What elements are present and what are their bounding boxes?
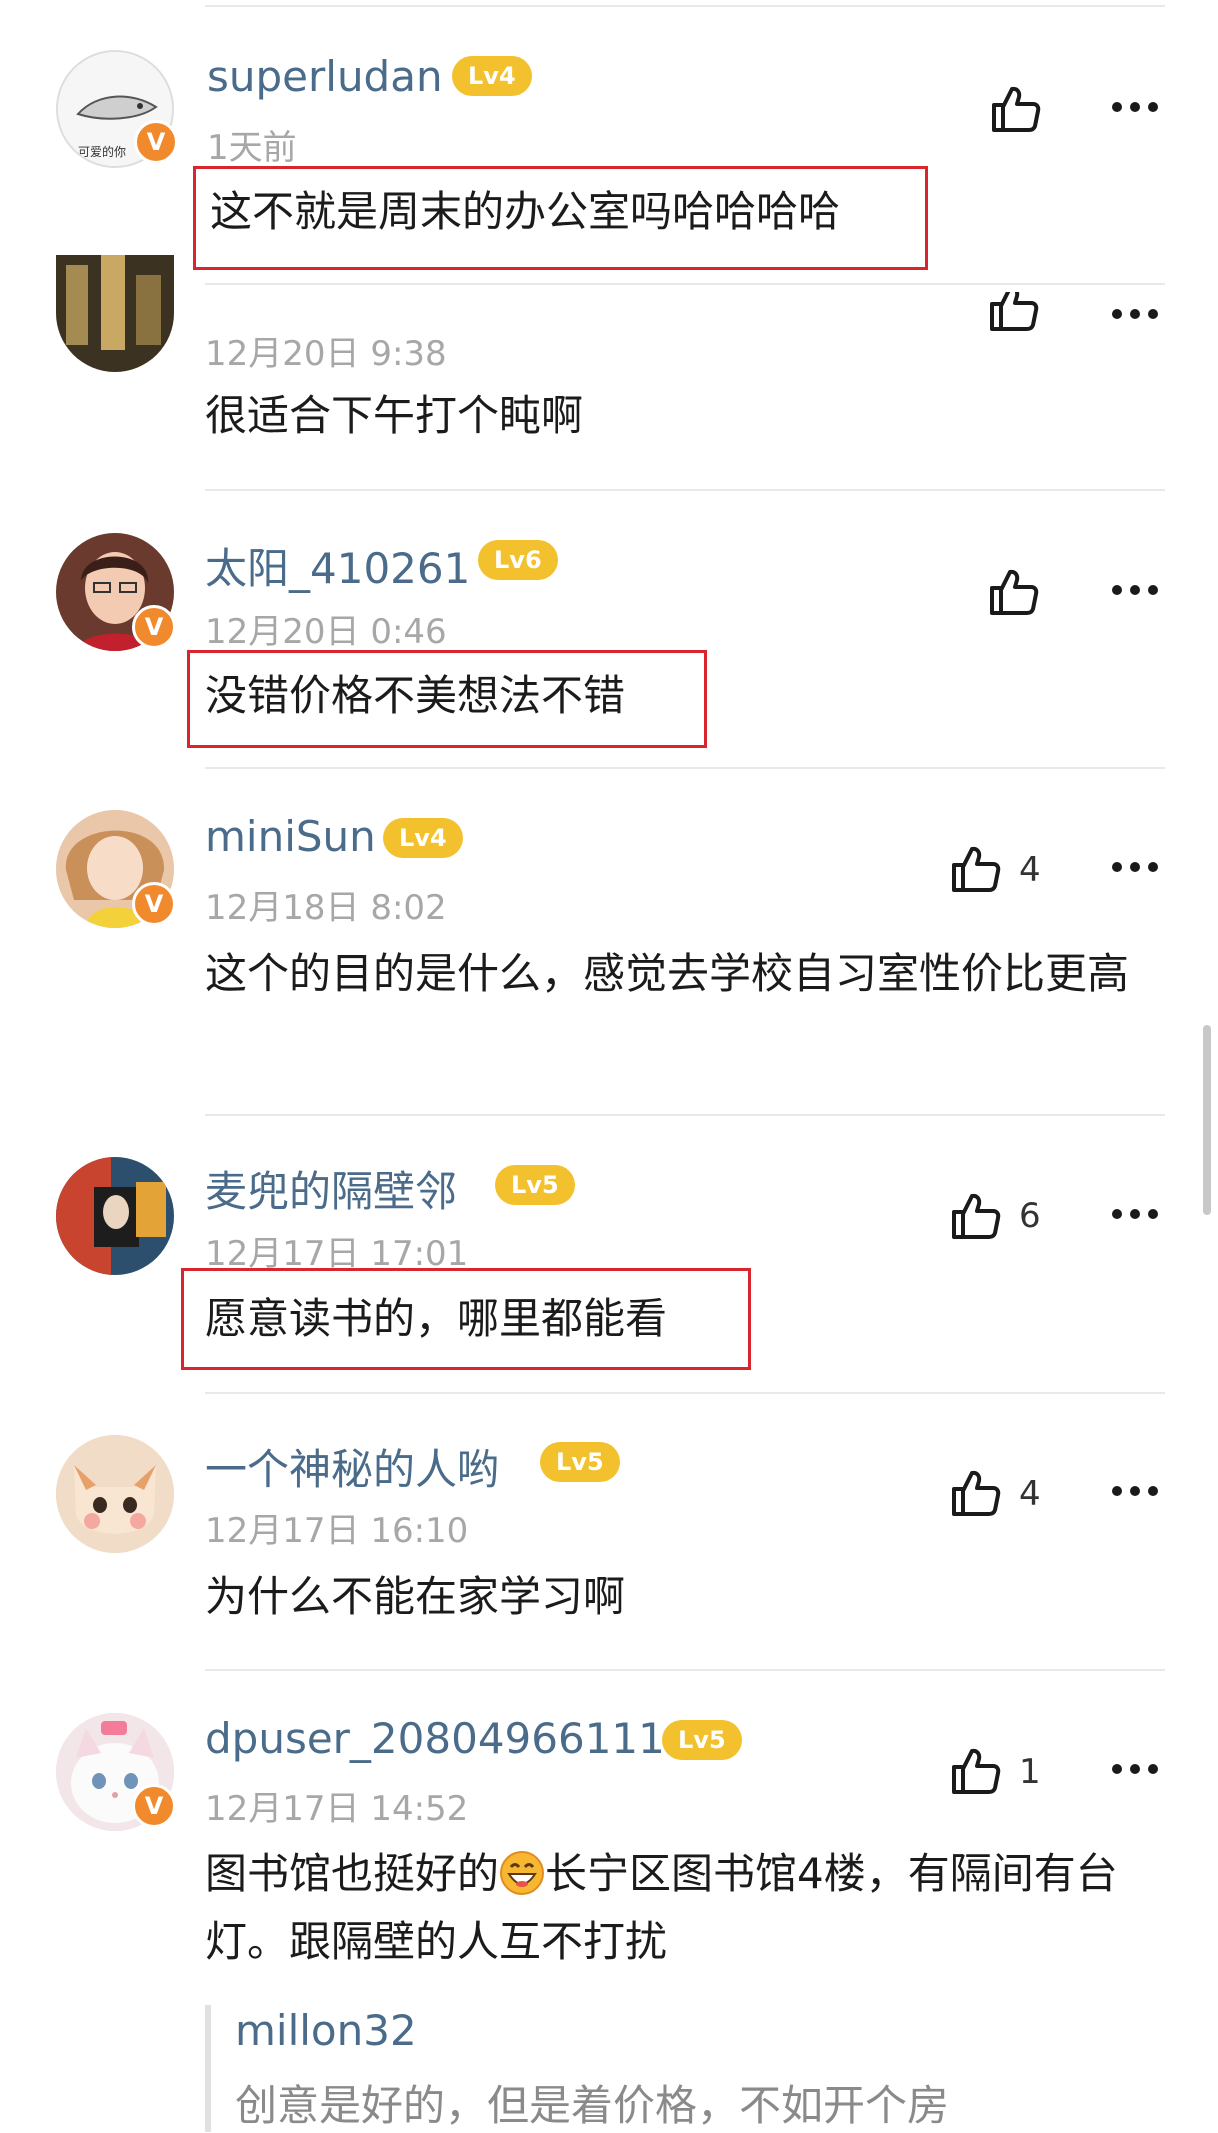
- avatar[interactable]: [56, 255, 174, 372]
- divider: [205, 489, 1165, 491]
- thumbs-up-icon[interactable]: [950, 1467, 1002, 1519]
- laughing-emoji-icon: [500, 1851, 545, 1895]
- more-options-icon[interactable]: [1110, 100, 1160, 114]
- level-badge: Lv4: [452, 56, 532, 96]
- reply-indicator: [205, 2005, 211, 2132]
- more-options-icon[interactable]: [1110, 1762, 1160, 1776]
- level-badge: Lv6: [478, 540, 558, 580]
- divider: [205, 767, 1165, 769]
- level-badge: Lv5: [495, 1165, 575, 1205]
- comment-text: 为什么不能在家学习啊: [205, 1572, 626, 1621]
- comment-time: 12月17日 16:10: [205, 1511, 469, 1551]
- thumbs-up-icon[interactable]: [990, 83, 1042, 135]
- thumbs-up-icon[interactable]: [950, 1745, 1002, 1797]
- divider: [205, 1392, 1165, 1394]
- scrollbar[interactable]: [1203, 1025, 1211, 1215]
- reply-text: 创意是好的，但是着价格，不如开个房: [235, 2081, 950, 2130]
- comment-text: 很适合下午打个盹啊: [205, 391, 584, 440]
- comment-time: 1天前: [207, 128, 297, 168]
- like-count: 1: [1019, 1752, 1041, 1792]
- comment-time: 12月20日 0:46: [205, 612, 447, 652]
- thumbs-up-icon[interactable]: [950, 1190, 1002, 1242]
- reply-username[interactable]: millon32: [235, 2006, 417, 2055]
- thumbs-up-icon[interactable]: [988, 566, 1040, 618]
- comment-time: 12月18日 8:02: [205, 888, 447, 928]
- username[interactable]: 一个神秘的人哟: [205, 1436, 499, 1497]
- comment-list: 可爱的你 V superludan Lv4 1天前 这不就是周末的办公室吗哈哈哈…: [0, 0, 1218, 2132]
- highlight-box: [181, 1268, 751, 1370]
- verified-icon: V: [132, 605, 176, 649]
- more-options-icon[interactable]: [1110, 1484, 1160, 1498]
- username[interactable]: 麦兜的隔壁邻: [205, 1158, 457, 1219]
- avatar-caption: 可爱的你: [78, 144, 126, 159]
- verified-icon: V: [134, 120, 178, 164]
- verified-icon: V: [132, 882, 176, 926]
- thumbs-up-icon[interactable]: [950, 843, 1002, 895]
- username[interactable]: dpuser_20804966111: [205, 1714, 665, 1763]
- more-options-icon[interactable]: [1110, 860, 1160, 874]
- level-badge: Lv5: [662, 1720, 742, 1760]
- comment-time: 12月20日 9:38: [205, 334, 447, 374]
- like-count: 6: [1019, 1196, 1041, 1236]
- highlight-box: [187, 650, 707, 748]
- divider: [205, 1669, 1165, 1671]
- thumbs-up-icon[interactable]: [988, 292, 1040, 334]
- more-options-icon[interactable]: [1110, 583, 1160, 597]
- username[interactable]: superludan: [207, 52, 443, 101]
- username[interactable]: 太阳_410261: [205, 535, 470, 596]
- divider: [205, 5, 1165, 7]
- level-badge: Lv4: [383, 818, 463, 858]
- comment-time: 12月17日 14:52: [205, 1789, 469, 1829]
- like-count: 4: [1019, 850, 1041, 890]
- like-count: 4: [1019, 1474, 1041, 1514]
- more-options-icon[interactable]: [1110, 307, 1160, 321]
- avatar[interactable]: [56, 1435, 174, 1553]
- divider: [205, 283, 1165, 285]
- comment-text: 这个的目的是什么，感觉去学校自习室性价比更高: [205, 949, 1130, 998]
- divider: [205, 1114, 1165, 1116]
- username[interactable]: miniSun: [205, 812, 376, 861]
- comment-text-part: 图书馆也挺好的: [205, 1849, 500, 1898]
- avatar[interactable]: [56, 1157, 174, 1275]
- level-badge: Lv5: [540, 1442, 620, 1482]
- comment-text: 图书馆也挺好的 长宁区图书馆4楼，有隔间有台灯。跟隔壁的人互不打扰: [205, 1840, 1135, 1976]
- more-options-icon[interactable]: [1110, 1207, 1160, 1221]
- highlight-box: [193, 166, 928, 270]
- verified-icon: V: [132, 1784, 176, 1828]
